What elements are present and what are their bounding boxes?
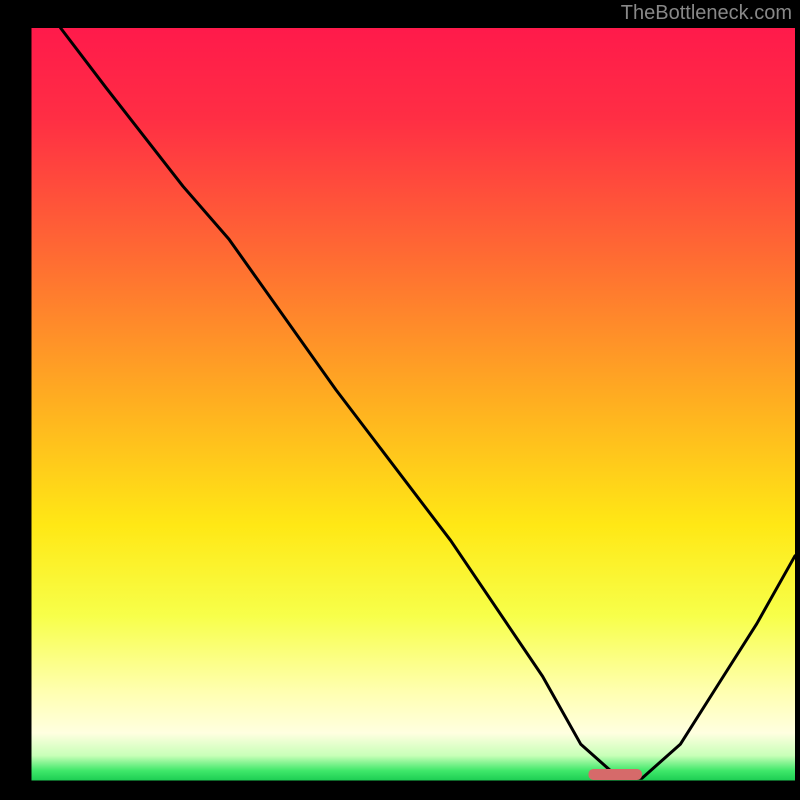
chart-svg: [0, 0, 800, 800]
plot-background: [30, 28, 795, 782]
chart-container: TheBottleneck.com: [0, 0, 800, 800]
optimal-marker: [588, 769, 642, 780]
watermark-label: TheBottleneck.com: [621, 2, 792, 25]
